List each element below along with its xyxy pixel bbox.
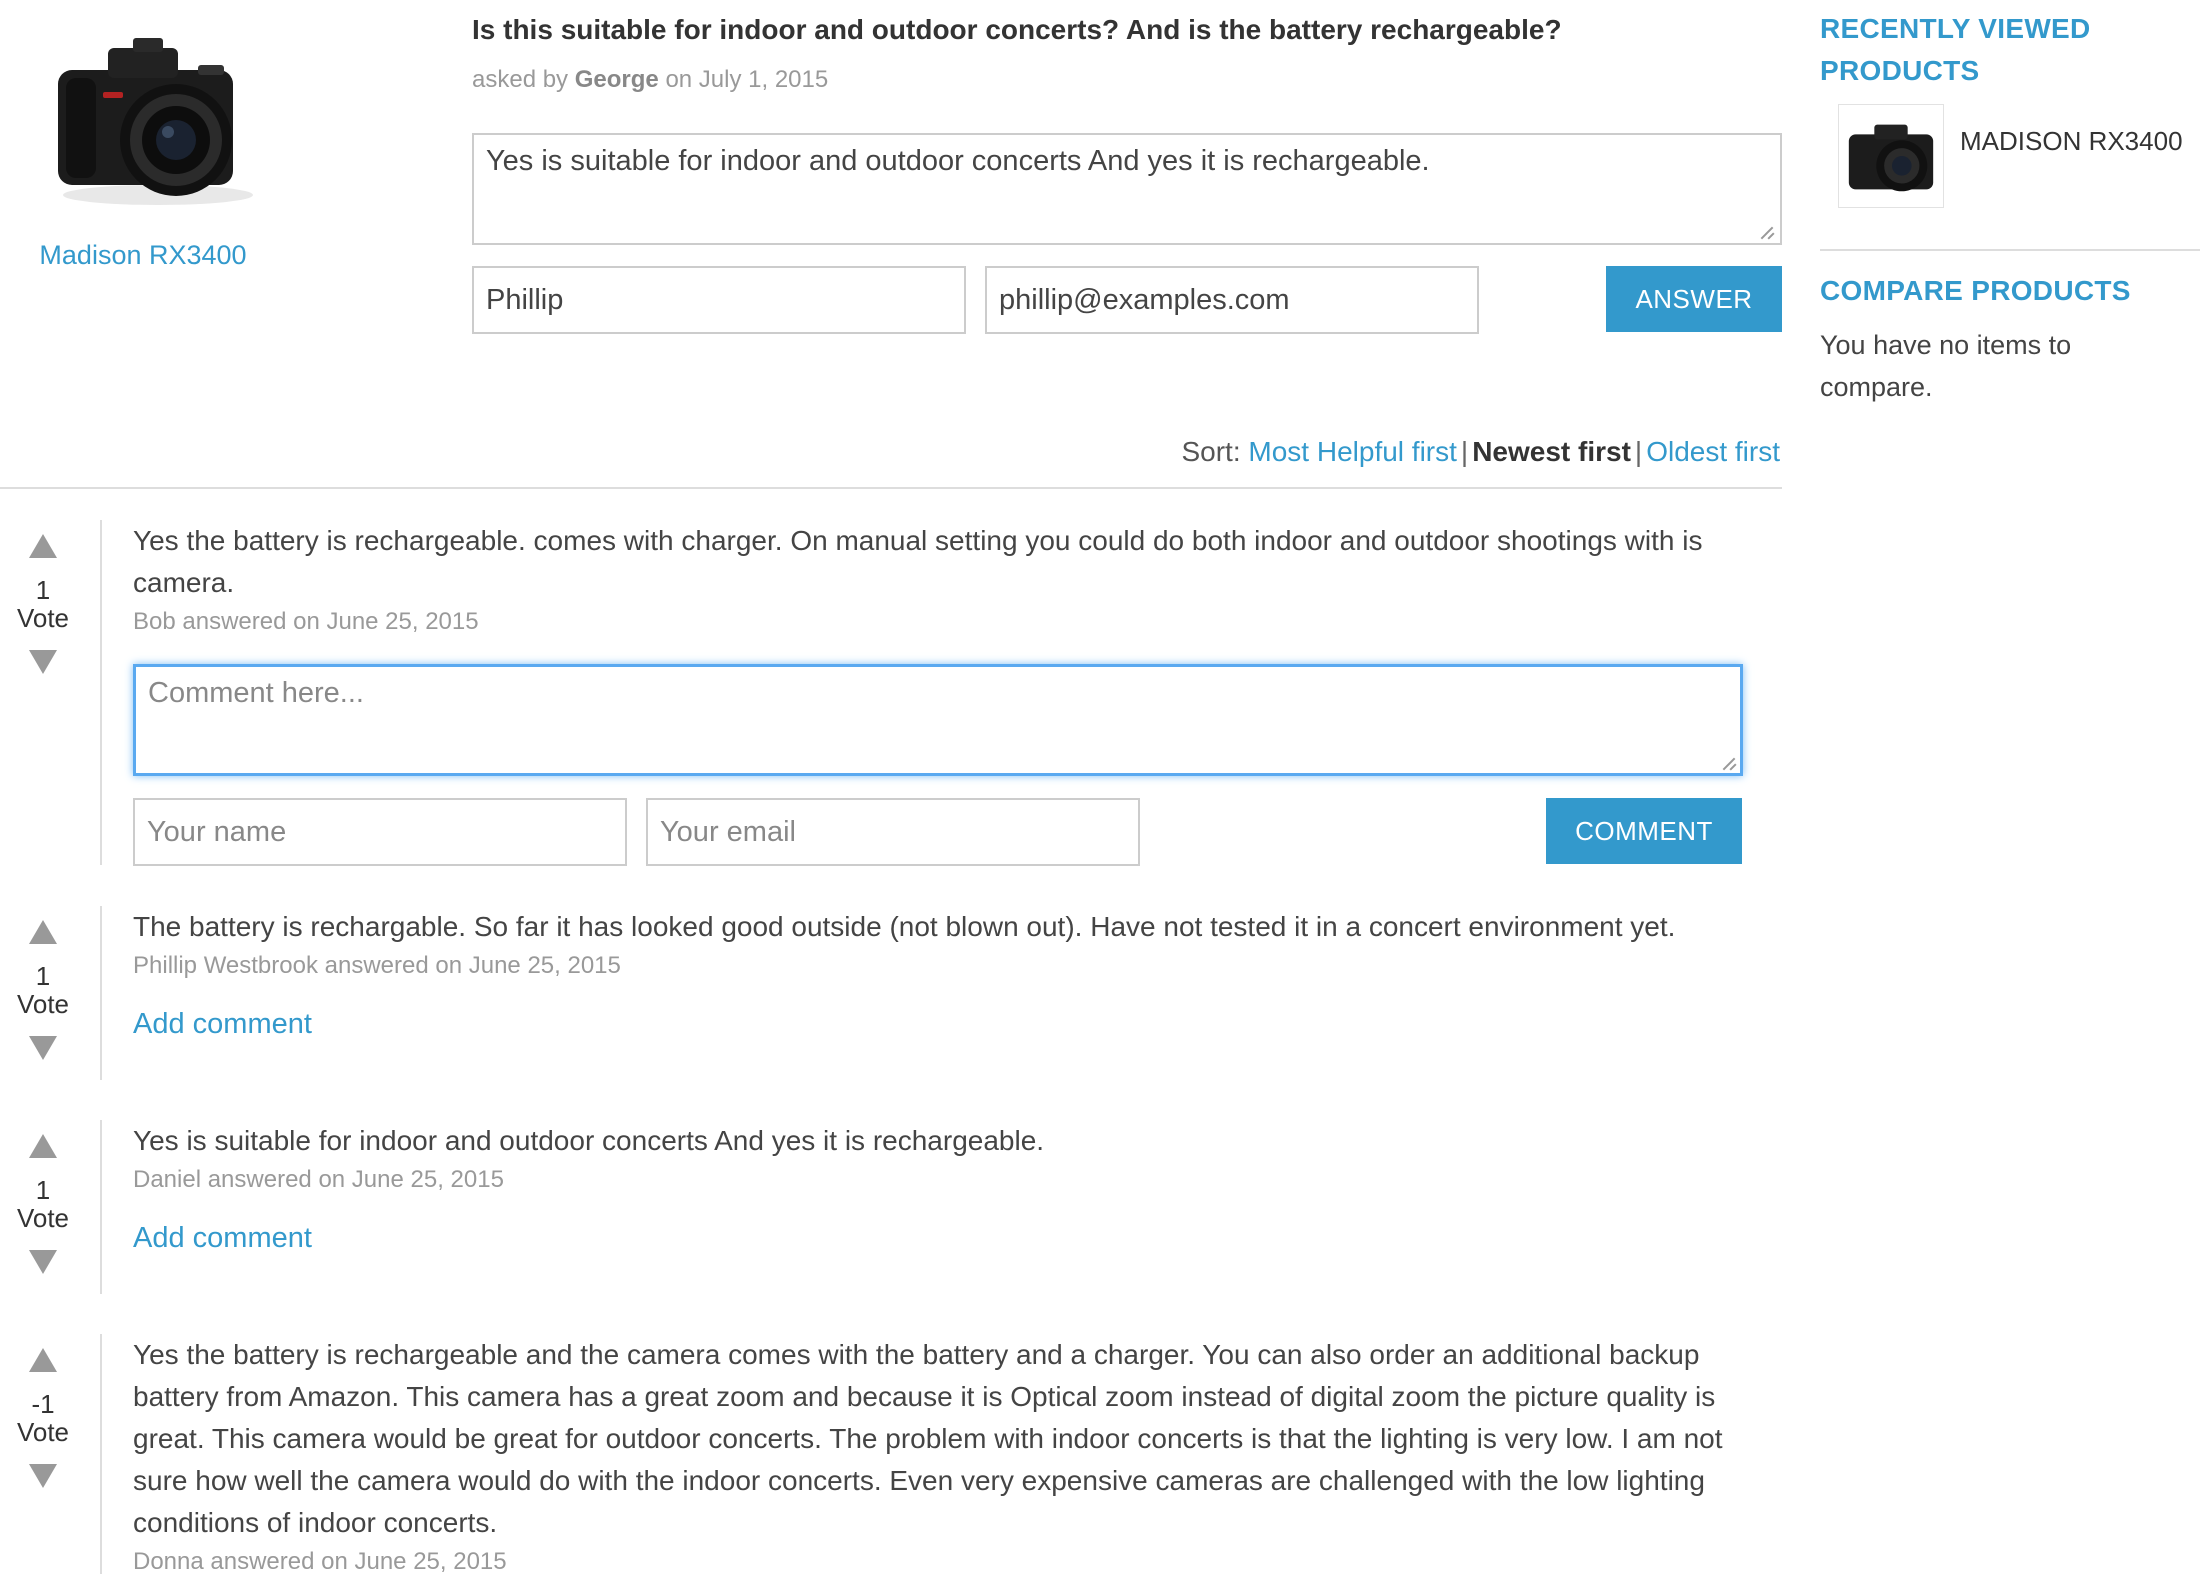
vote-label: Vote <box>16 989 70 1019</box>
comment-button[interactable]: COMMENT <box>1546 798 1742 864</box>
comment-email-input[interactable] <box>646 798 1140 866</box>
answer-divider-line <box>100 1334 102 1574</box>
upvote-arrow-icon[interactable] <box>29 534 57 558</box>
product-camera-image[interactable] <box>48 30 258 210</box>
sort-label: Sort: <box>1181 436 1241 467</box>
sort-separator: | <box>1460 436 1469 467</box>
answer-item: 1 Vote The battery is rechargable. So fa… <box>0 906 1782 1080</box>
answer-item: -1 Vote Yes the battery is rechargeable … <box>0 1334 1782 1575</box>
vote-control: 1 Vote <box>0 534 86 674</box>
vote-label: Vote <box>16 1203 70 1233</box>
comment-name-input[interactable] <box>133 798 627 866</box>
answer-meta: Donna answered on June 25, 2015 <box>133 1548 507 1575</box>
divider <box>0 487 1782 489</box>
answer-button[interactable]: ANSWER <box>1606 266 1782 332</box>
answer-text: The battery is rechargable. So far it ha… <box>133 911 1676 942</box>
vote-control: -1 Vote <box>0 1348 86 1488</box>
recently-viewed-thumbnail[interactable] <box>1838 104 1944 208</box>
asker-name: George <box>574 66 659 93</box>
vote-label: Vote <box>16 1417 70 1447</box>
vote-count: 1 <box>35 1175 51 1205</box>
answer-divider-line <box>100 906 102 1080</box>
add-comment-link[interactable]: Add comment <box>133 1008 312 1041</box>
downvote-arrow-icon[interactable] <box>29 1464 57 1488</box>
asked-prefix: asked by <box>472 66 569 93</box>
sort-bar: Sort: Most Helpful first | Newest first | Ol… <box>1181 436 1780 468</box>
answer-divider-line <box>100 520 102 865</box>
question-title: Is this suitable for indoor and outdoor … <box>472 14 1562 45</box>
recently-viewed-title: RECENTLY VIEWED PRODUCTS <box>1820 13 2091 86</box>
vote-count: 1 <box>35 575 51 605</box>
answer-name-input[interactable] <box>472 266 966 334</box>
answer-meta: Phillip Westbrook answered on June 25, 2… <box>133 952 621 979</box>
downvote-arrow-icon[interactable] <box>29 1036 57 1060</box>
answer-item: 1 Vote Yes is suitable for indoor and ou… <box>0 1120 1782 1294</box>
compare-products-title: COMPARE PRODUCTS <box>1820 275 2131 306</box>
answer-text: Yes is suitable for indoor and outdoor c… <box>133 1125 1045 1156</box>
upvote-arrow-icon[interactable] <box>29 920 57 944</box>
sort-newest[interactable]: Newest first <box>1472 436 1631 467</box>
comment-textarea[interactable] <box>133 664 1743 776</box>
question-meta: asked by George on July 1, 2015 <box>472 66 828 94</box>
vote-count: 1 <box>35 961 51 991</box>
product-name-link[interactable]: Madison RX3400 <box>0 240 286 271</box>
divider <box>1820 249 2200 251</box>
sort-most-helpful[interactable]: Most Helpful first <box>1248 436 1457 467</box>
upvote-arrow-icon[interactable] <box>29 1134 57 1158</box>
vote-control: 1 Vote <box>0 920 86 1060</box>
recently-viewed-item-link[interactable]: MADISON RX3400 <box>1960 126 2183 157</box>
add-comment-link[interactable]: Add comment <box>133 1222 312 1255</box>
answer-divider-line <box>100 1120 102 1294</box>
answer-text: Yes the battery is rechargeable. comes w… <box>133 525 1703 598</box>
downvote-arrow-icon[interactable] <box>29 1250 57 1274</box>
downvote-arrow-icon[interactable] <box>29 650 57 674</box>
answer-meta: Bob answered on June 25, 2015 <box>133 608 479 635</box>
vote-control: 1 Vote <box>0 1134 86 1274</box>
answer-textarea[interactable] <box>472 133 1782 245</box>
vote-label: Vote <box>16 603 70 633</box>
upvote-arrow-icon[interactable] <box>29 1348 57 1372</box>
asked-date: on July 1, 2015 <box>665 66 829 93</box>
compare-empty-text: You have no items to compare. <box>1820 330 2072 402</box>
sort-separator: | <box>1634 436 1643 467</box>
answer-text: Yes the battery is rechargeable and the … <box>133 1339 1723 1538</box>
answer-email-input[interactable] <box>985 266 1479 334</box>
answer-item: 1 Vote Yes the battery is rechargeable. … <box>0 520 1782 866</box>
sort-oldest[interactable]: Oldest first <box>1646 436 1780 467</box>
answer-meta: Daniel answered on June 25, 2015 <box>133 1166 504 1193</box>
vote-count: -1 <box>31 1389 55 1419</box>
